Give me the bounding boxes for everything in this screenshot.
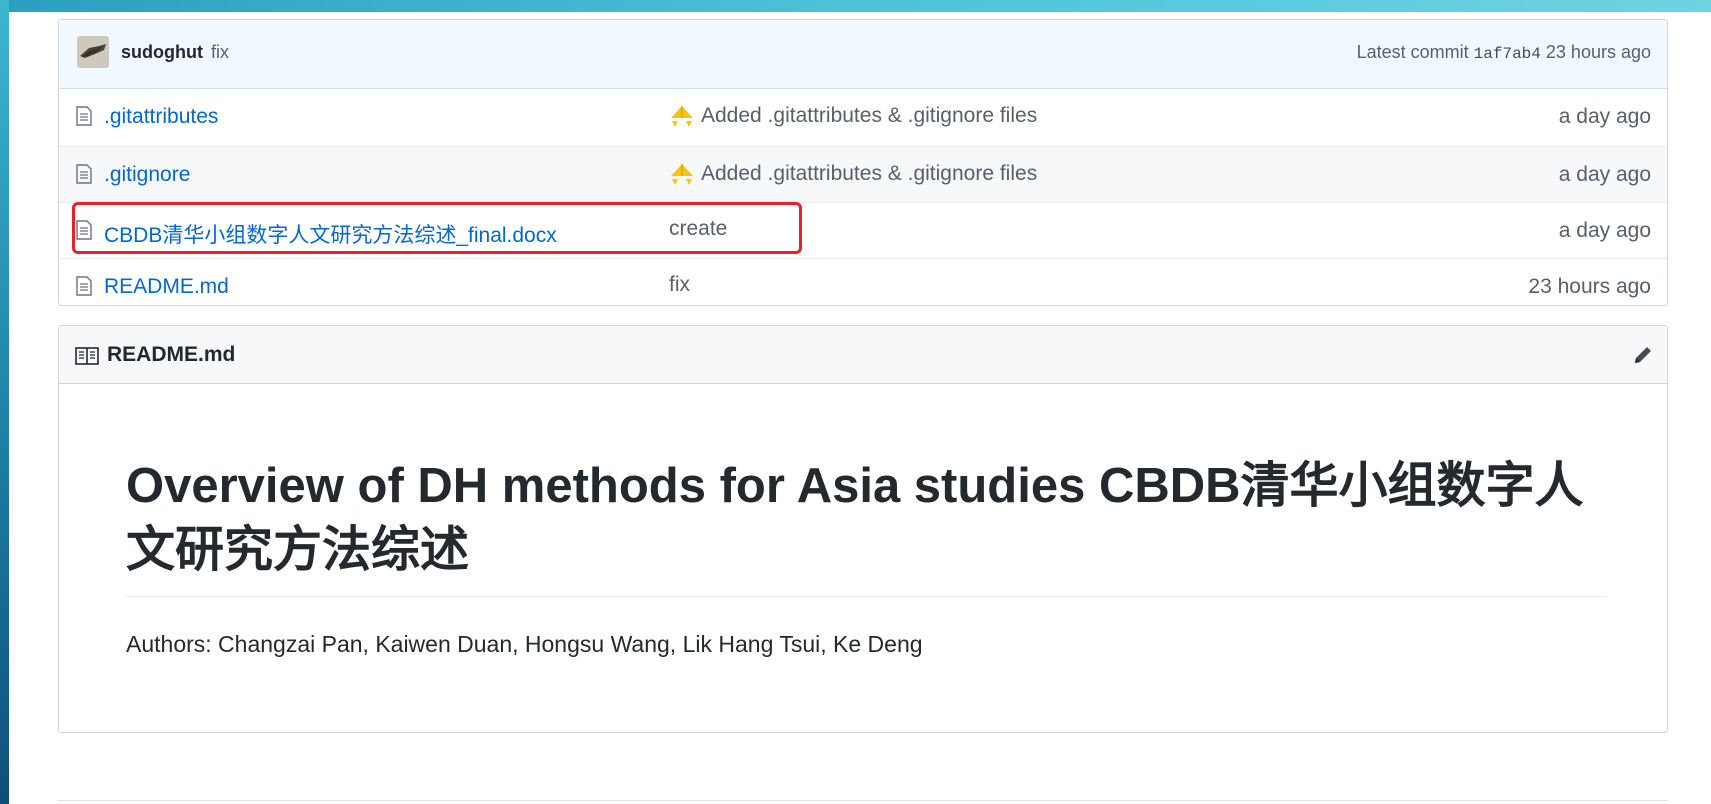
table-row: .gitattributes Added .gitattributes & .g… xyxy=(59,89,1667,146)
file-commit-message[interactable]: Added .gitattributes & .gitignore files xyxy=(669,161,1037,187)
file-icon xyxy=(76,220,92,240)
commit-time: 23 hours ago xyxy=(1545,42,1651,62)
book-icon xyxy=(75,347,99,365)
table-row: CBDB清华小组数字人文研究方法综述_final.docx create a d… xyxy=(59,202,1667,258)
file-commit-text[interactable]: Added .gitattributes & .gitignore files xyxy=(701,104,1037,128)
latest-commit-info: Latest commit 1af7ab4 23 hours ago xyxy=(1357,42,1651,63)
slide-frame-left xyxy=(0,0,9,804)
file-icon xyxy=(76,106,92,126)
file-commit-text[interactable]: Added .gitattributes & .gitignore files xyxy=(701,162,1037,186)
slide-frame-top xyxy=(0,0,1711,12)
file-name-link[interactable]: .gitignore xyxy=(104,163,190,187)
file-commit-message[interactable]: create xyxy=(669,217,727,241)
pencil-icon[interactable] xyxy=(1631,343,1655,367)
latest-commit-label: Latest commit xyxy=(1356,42,1469,62)
file-age: 23 hours ago xyxy=(1528,275,1651,298)
readme-panel: README.md Overview of DH methods for Asi… xyxy=(58,325,1668,733)
table-row: README.md fix 23 hours ago xyxy=(59,258,1667,314)
readme-header: README.md xyxy=(59,326,1667,384)
latest-commit-bar: sudoghut fix Latest commit 1af7ab4 23 ho… xyxy=(59,20,1667,89)
table-row: .gitignore Added .gitattributes & .gitig… xyxy=(59,146,1667,202)
avatar[interactable] xyxy=(77,36,109,68)
readme-authors: Authors: Changzai Pan, Kaiwen Duan, Hong… xyxy=(126,631,923,657)
file-name-link[interactable]: README.md xyxy=(104,275,229,299)
page-divider xyxy=(58,800,1668,801)
file-name-link[interactable]: .gitattributes xyxy=(104,105,218,129)
commit-sha-link[interactable]: 1af7ab4 xyxy=(1474,45,1541,63)
readme-filename: README.md xyxy=(107,343,236,366)
file-commit-text[interactable]: create xyxy=(669,217,727,241)
file-commit-message[interactable]: fix xyxy=(669,273,690,297)
file-commit-message[interactable]: Added .gitattributes & .gitignore files xyxy=(669,103,1037,129)
file-listing: sudoghut fix Latest commit 1af7ab4 23 ho… xyxy=(58,19,1668,306)
file-age: a day ago xyxy=(1558,105,1651,128)
tada-icon xyxy=(671,106,693,127)
commit-author-link[interactable]: sudoghut xyxy=(121,42,203,63)
file-icon xyxy=(76,164,92,184)
heading-divider xyxy=(126,596,1606,597)
file-age: a day ago xyxy=(1558,163,1651,186)
tada-icon xyxy=(671,164,693,185)
file-name-link[interactable]: CBDB清华小组数字人文研究方法综述_final.docx xyxy=(104,219,557,249)
readme-heading: Overview of DH methods for Asia studies … xyxy=(126,459,1584,577)
file-commit-text[interactable]: fix xyxy=(669,273,690,297)
file-age: a day ago xyxy=(1558,219,1651,242)
file-icon xyxy=(76,276,92,296)
commit-message-link[interactable]: fix xyxy=(211,42,229,63)
